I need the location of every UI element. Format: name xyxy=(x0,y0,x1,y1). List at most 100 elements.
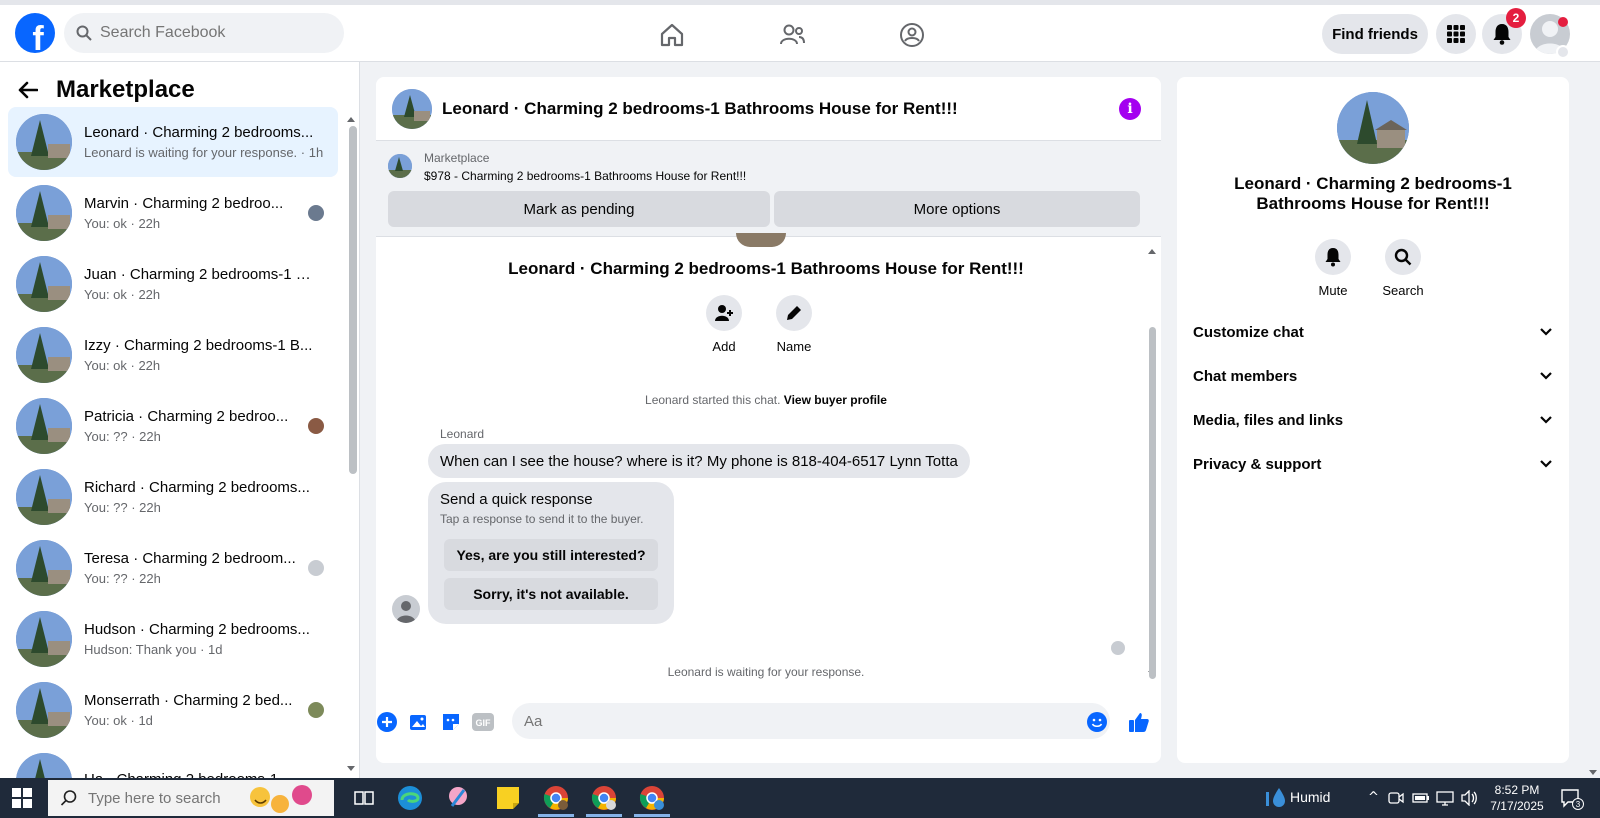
message-input[interactable] xyxy=(512,703,1110,739)
chevron-up-icon[interactable]: ^ xyxy=(1368,790,1379,805)
conversation-text: Teresa · Charming 2 bedroom... You: ?? · … xyxy=(84,550,316,586)
view-buyer-profile-link[interactable]: View buyer profile xyxy=(784,393,887,407)
sidebar-scroll-thumb[interactable] xyxy=(349,126,357,474)
bell-icon[interactable] xyxy=(1315,239,1351,275)
chat-avatar[interactable] xyxy=(392,88,432,129)
conversation-avatar xyxy=(16,611,72,667)
taskbar-search-box[interactable] xyxy=(48,780,334,816)
active-app-indicator xyxy=(586,814,622,817)
listing-title[interactable]: $978 - Charming 2 bedrooms-1 Bathrooms H… xyxy=(424,169,746,183)
conversation-avatar xyxy=(16,469,72,525)
chat-scroll-thumb[interactable] xyxy=(1149,327,1156,679)
conversation-name: Leonard · Charming 2 bedrooms... xyxy=(84,124,314,141)
mark-as-pending-button[interactable]: Mark as pending xyxy=(388,191,770,227)
chrome-profile-r-icon[interactable] xyxy=(542,784,570,812)
snipping-tool-icon[interactable] xyxy=(444,784,472,812)
name-action[interactable]: Name xyxy=(764,295,824,354)
conversation-item[interactable]: Hudson · Charming 2 bedrooms... Hudson: T… xyxy=(8,604,338,674)
conversation-item[interactable]: Monserrath · Charming 2 bed... You: ok · … xyxy=(8,675,338,745)
notification-center-icon[interactable]: 3 xyxy=(1560,788,1584,810)
battery-icon[interactable] xyxy=(1412,792,1430,804)
weather-text[interactable]: Humid xyxy=(1290,789,1330,805)
pencil-icon[interactable] xyxy=(776,295,812,331)
edge-browser-icon[interactable] xyxy=(396,784,424,812)
gif-icon[interactable]: GIF xyxy=(472,711,494,733)
mute-action[interactable]: Mute xyxy=(1303,239,1363,298)
home-icon[interactable] xyxy=(656,19,688,51)
chevron-down-icon xyxy=(1540,372,1552,380)
water-drop-icon xyxy=(1266,788,1285,807)
quick-response-title: Send a quick response xyxy=(440,491,593,508)
media-files-links-row[interactable]: Media, files and links xyxy=(1193,400,1553,440)
details-avatar[interactable] xyxy=(1337,92,1409,164)
details-title: Leonard · Charming 2 bedrooms-1 Bathroom… xyxy=(1234,174,1512,213)
speaker-icon[interactable] xyxy=(1460,790,1478,806)
conversation-title: Leonard · Charming 2 bedrooms-1 Bathroom… xyxy=(508,259,1024,278)
conversation-preview: You: ok · 22h xyxy=(84,216,161,231)
plus-circle-icon[interactable] xyxy=(376,711,398,733)
search-box[interactable] xyxy=(64,13,344,53)
chrome-profile-3-icon[interactable] xyxy=(638,784,666,812)
customize-chat-row[interactable]: Customize chat xyxy=(1193,312,1553,352)
message-bubble[interactable]: When can I see the house? where is it? M… xyxy=(428,444,970,478)
conversation-avatar xyxy=(16,398,72,454)
meet-now-icon[interactable] xyxy=(1388,791,1404,805)
conversation-text: Juan · Charming 2 bedrooms-1 B... You: ok… xyxy=(84,266,316,302)
page-scrollbar[interactable] xyxy=(1586,62,1600,778)
search-action[interactable]: Search xyxy=(1373,239,1433,298)
marketplace-listing-bar: Marketplace $978 - Charming 2 bedrooms-1… xyxy=(376,141,1161,237)
privacy-support-row[interactable]: Privacy & support xyxy=(1193,444,1553,484)
listing-thumbnail[interactable] xyxy=(388,154,412,178)
friends-icon[interactable] xyxy=(776,19,808,51)
find-friends-button[interactable]: Find friends xyxy=(1322,14,1428,54)
conversation-item[interactable]: Izzy · Charming 2 bedrooms-1 B... You: ok… xyxy=(8,320,338,390)
search-icon[interactable] xyxy=(1385,239,1421,275)
message-composer: GIF xyxy=(376,699,1161,747)
back-arrow-icon[interactable] xyxy=(18,81,38,99)
sticky-notes-icon[interactable] xyxy=(494,784,522,812)
facebook-logo[interactable]: f xyxy=(15,13,55,53)
menu-grid-icon[interactable] xyxy=(1436,14,1476,54)
conversation-name: Hudson · Charming 2 bedrooms... xyxy=(84,621,310,638)
conversation-avatar xyxy=(16,256,72,312)
clock[interactable]: 8:52 PM 7/17/2025 xyxy=(1485,782,1549,814)
marketplace-label: Marketplace xyxy=(424,151,490,165)
conversation-item[interactable]: Richard · Charming 2 bedrooms... You: ?? … xyxy=(8,462,338,532)
quick-reply-interested-button[interactable]: Yes, are you still interested? xyxy=(444,539,658,571)
network-icon[interactable] xyxy=(1436,790,1454,806)
info-icon[interactable]: i xyxy=(1119,98,1141,120)
conversation-item[interactable]: Leonard · Charming 2 bedrooms... Leonard … xyxy=(8,107,338,177)
conversation-item[interactable]: Ha · Charming 2 bedrooms-1... xyxy=(8,746,338,778)
chevron-down-icon[interactable] xyxy=(1556,45,1570,59)
task-view-icon[interactable] xyxy=(350,784,378,812)
emoji-icon[interactable] xyxy=(1086,711,1108,733)
windows-start-icon[interactable] xyxy=(12,788,32,808)
conversation-item[interactable]: Patricia · Charming 2 bedroo... You: ?? ·… xyxy=(8,391,338,461)
conversation-item[interactable]: Marvin · Charming 2 bedroo... You: ok · 2… xyxy=(8,178,338,248)
conversation-preview: You: ok · 22h xyxy=(84,358,161,373)
add-action[interactable]: Add xyxy=(694,295,754,354)
groups-icon[interactable] xyxy=(896,19,928,51)
sender-avatar[interactable] xyxy=(392,595,420,623)
message-sender-name: Leonard xyxy=(440,427,485,441)
chevron-down-icon xyxy=(1540,416,1552,424)
chrome-profile-2-icon[interactable] xyxy=(590,784,618,812)
quick-response-card: Send a quick response Tap a response to … xyxy=(428,482,674,624)
sticker-icon[interactable] xyxy=(440,711,462,733)
quick-reply-not-available-button[interactable]: Sorry, it's not available. xyxy=(444,578,658,610)
conversation-preview: You: ?? · 22h xyxy=(84,429,161,444)
more-options-button[interactable]: More options xyxy=(774,191,1140,227)
search-input[interactable] xyxy=(100,24,320,42)
conversation-item[interactable]: Juan · Charming 2 bedrooms-1 B... You: ok… xyxy=(8,249,338,319)
conversation-avatar xyxy=(16,185,72,241)
notification-center-count: 3 xyxy=(1576,800,1581,809)
clock-date: 7/17/2025 xyxy=(1490,799,1544,813)
chat-members-row[interactable]: Chat members xyxy=(1193,356,1553,396)
photo-icon[interactable] xyxy=(408,711,430,733)
conversation-text: Richard · Charming 2 bedrooms... You: ?? … xyxy=(84,479,316,515)
thumbs-up-icon[interactable] xyxy=(1128,711,1150,733)
taskbar-search-input[interactable] xyxy=(88,789,238,807)
conversation-item[interactable]: Teresa · Charming 2 bedroom... You: ?? · … xyxy=(8,533,338,603)
add-person-icon[interactable] xyxy=(706,295,742,331)
chat-started-notice: Leonard started this chat. View buyer pr… xyxy=(376,393,1156,407)
